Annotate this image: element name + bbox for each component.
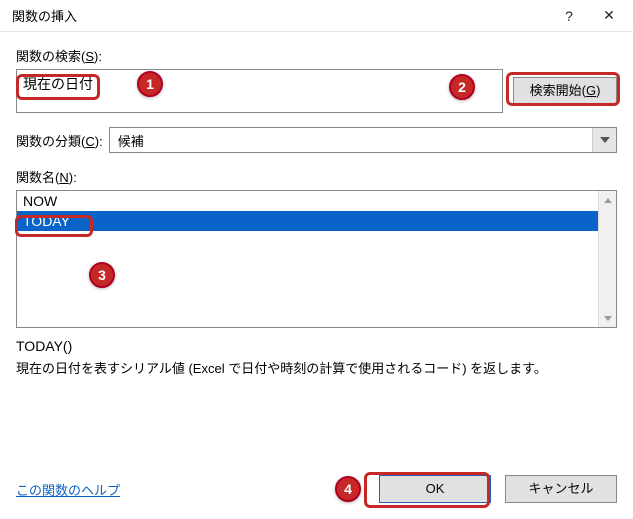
close-icon[interactable]: ✕: [589, 2, 629, 30]
dialog-title: 関数の挿入: [12, 6, 549, 25]
ok-button[interactable]: OK: [379, 475, 491, 503]
help-link[interactable]: この関数のヘルプ: [16, 480, 120, 499]
search-input-text: 現在の日付: [23, 74, 93, 94]
dialog-footer: この関数のヘルプ OK キャンセル: [0, 463, 633, 519]
scrollbar[interactable]: [598, 191, 616, 327]
chevron-down-icon[interactable]: [592, 128, 616, 152]
annotation-callout-3: 3: [89, 262, 115, 288]
function-description: 現在の日付を表すシリアル値 (Excel で日付や時刻の計算で使用されるコード)…: [16, 360, 617, 378]
function-list-label: 関数名(N):: [16, 167, 617, 186]
help-icon[interactable]: ?: [549, 2, 589, 30]
function-listbox[interactable]: NOWTODAY: [16, 190, 617, 328]
cancel-button[interactable]: キャンセル: [505, 475, 617, 503]
search-label: 関数の検索(S):: [16, 46, 617, 65]
category-select[interactable]: 候補: [109, 127, 617, 153]
search-go-button[interactable]: 検索開始(G): [513, 77, 617, 105]
annotation-callout-2: 2: [449, 74, 475, 100]
scroll-down-icon[interactable]: [599, 309, 616, 327]
list-item[interactable]: NOW: [17, 191, 616, 211]
scroll-up-icon[interactable]: [599, 191, 616, 209]
annotation-callout-4: 4: [335, 476, 361, 502]
search-input[interactable]: 現在の日付: [16, 69, 503, 113]
function-syntax: TODAY(): [16, 338, 617, 354]
category-value: 候補: [110, 131, 592, 150]
list-item[interactable]: TODAY: [17, 211, 616, 231]
annotation-callout-1: 1: [137, 71, 163, 97]
category-label: 関数の分類(C):: [16, 131, 103, 150]
titlebar: 関数の挿入 ? ✕: [0, 0, 633, 32]
